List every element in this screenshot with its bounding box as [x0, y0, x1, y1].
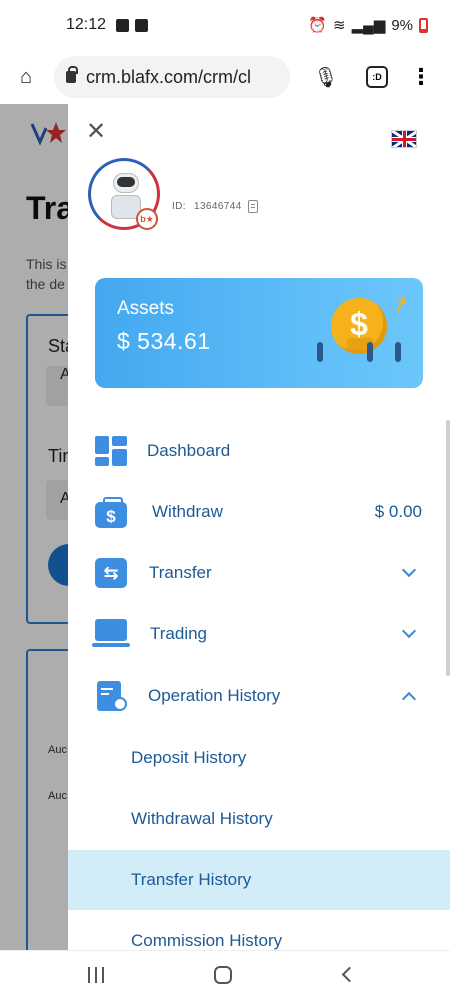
trading-icon: [92, 619, 130, 649]
chevron-down-icon: [401, 623, 417, 639]
submenu-label: Withdrawal History: [131, 809, 273, 828]
close-icon[interactable]: ✕: [86, 120, 106, 144]
brand-badge-icon: b★: [136, 208, 158, 230]
copy-icon[interactable]: [247, 200, 258, 213]
submenu-label: Transfer History: [131, 870, 252, 889]
signal-icon: ▂▄▆: [351, 17, 386, 34]
drawer-scrollbar[interactable]: [446, 420, 450, 676]
user-id-label: ID:: [172, 201, 186, 212]
chevron-up-icon: [401, 691, 417, 707]
submenu-item-transfer-history[interactable]: Transfer History: [68, 850, 450, 910]
lock-icon: [66, 66, 78, 83]
submenu-item-deposit-history[interactable]: Deposit History: [68, 728, 450, 788]
alarm-icon: ⏰: [308, 17, 328, 34]
address-bar[interactable]: crm.blafx.com/crm/cl: [54, 56, 290, 98]
person-icon: [317, 342, 323, 362]
download-icon: [135, 18, 149, 32]
menu-item-operation-history[interactable]: Operation History: [68, 666, 450, 726]
growth-arrow-icon: ↗: [387, 289, 413, 320]
status-time: 12:12: [66, 16, 107, 33]
menu-item-withdraw[interactable]: $ Withdraw $ 0.00: [68, 482, 450, 542]
battery-percent: 9%: [391, 16, 413, 34]
browser-toolbar: ⌂ crm.blafx.com/crm/cl 🎙 :D ⋮: [0, 50, 450, 104]
operation-history-icon: [95, 681, 127, 711]
menu-label-withdraw: Withdraw: [152, 502, 223, 521]
side-drawer: ✕ b★ ID: 13646744 Assets $ 534.61 $ ↗ Da…: [68, 104, 450, 950]
tabs-button[interactable]: :D: [366, 66, 388, 88]
menu-label-transfer: Transfer: [149, 563, 212, 582]
person-icon: [367, 342, 373, 362]
assets-value: $ 534.61: [117, 328, 211, 354]
submenu-label: Commission History: [131, 931, 283, 950]
recents-icon[interactable]: [88, 967, 106, 983]
user-id: ID: 13646744: [172, 200, 258, 213]
menu-item-transfer[interactable]: ⇆ Transfer: [68, 543, 450, 603]
person-icon: [395, 342, 401, 362]
withdraw-balance: $ 0.00: [374, 502, 422, 521]
transfer-icon: ⇆: [95, 558, 127, 588]
menu-label-operation-history: Operation History: [148, 686, 281, 705]
home-icon[interactable]: ⌂: [12, 63, 40, 91]
gallery-icon: [116, 18, 130, 32]
uk-flag-icon[interactable]: [391, 130, 417, 148]
assets-card: Assets $ 534.61 $ ↗: [95, 278, 423, 388]
dashboard-icon: [95, 436, 127, 466]
submenu-item-commission-history[interactable]: Commission History: [68, 911, 450, 950]
menu-item-trading[interactable]: Trading: [68, 604, 450, 664]
battery-icon: [419, 17, 428, 33]
browser-menu-icon[interactable]: ⋮: [410, 66, 432, 88]
microphone-icon[interactable]: 🎙: [312, 63, 340, 91]
chevron-down-icon: [401, 562, 417, 578]
withdraw-icon: $: [95, 497, 127, 528]
menu-label-dashboard: Dashboard: [147, 441, 231, 460]
wifi-icon: ≋: [333, 17, 346, 34]
submenu-label: Deposit History: [131, 748, 247, 767]
menu-label-trading: Trading: [150, 624, 208, 643]
home-nav-icon[interactable]: [214, 966, 232, 984]
assets-label: Assets: [117, 298, 175, 319]
status-bar: 12:12 ⏰ ≋ ▂▄▆ 9%: [0, 0, 450, 50]
status-right: ⏰ ≋ ▂▄▆ 9%: [308, 16, 428, 34]
user-id-value: 13646744: [193, 201, 242, 212]
back-icon[interactable]: [341, 966, 358, 983]
menu-item-dashboard[interactable]: Dashboard: [68, 421, 450, 481]
submenu-item-withdrawal-history[interactable]: Withdrawal History: [68, 789, 450, 849]
system-nav-bar: [0, 950, 450, 1000]
url-text: crm.blafx.com/crm/cl: [86, 66, 252, 87]
